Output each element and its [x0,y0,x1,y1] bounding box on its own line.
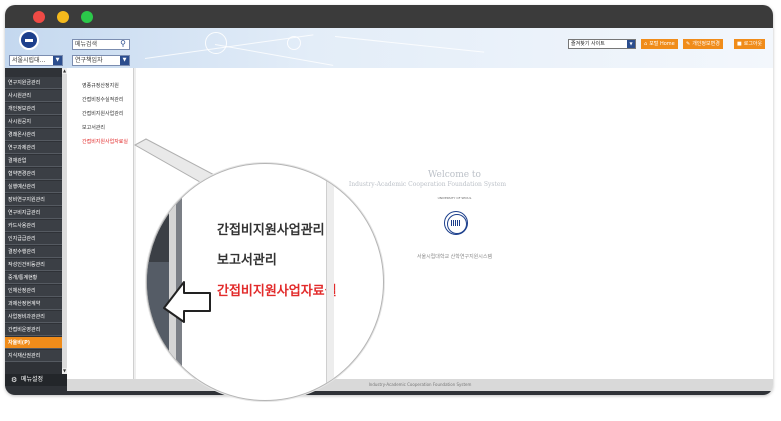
menu-search-label: 메뉴검색 [75,41,98,48]
header-decoration-line [334,36,485,53]
search-icon[interactable]: ⚲ [120,39,126,48]
nav-item[interactable]: 연구과제관리 [5,142,62,154]
menu-search-input[interactable]: 메뉴검색 ⚲ [72,39,130,50]
menu-settings-label: 메뉴설정 [21,376,44,383]
submenu-item[interactable]: 간접비지원사업관리 [82,110,123,117]
portal-home-label: 포털 Home [649,41,675,47]
nav-item[interactable]: 실행예산관리 [5,181,62,193]
nav-item[interactable]: 연구지원금관리 [5,77,62,89]
nav-item-active[interactable]: 자율비(P) [5,337,62,349]
nav-item[interactable]: 결장수행관리 [5,246,62,258]
chevron-down-icon: ▼ [627,40,635,48]
nav-item[interactable]: 인지급급관리 [5,233,62,245]
browser-window: 서울시립대... ▼ 메뉴검색 ⚲ 연구책임자 ▼ 즐겨찾기 사이트 ▼ ⌂ 포털… [5,5,773,395]
logout-label: 로그아웃 [743,41,763,47]
zoom-submenu-item-selected[interactable]: 간접비지원사업자료실 [217,280,337,299]
nav-item[interactable]: 경쾌온사관리 [5,129,62,141]
mouse-cursor-icon [163,281,211,323]
nav-item[interactable]: 작성인건비등관리 [5,259,62,271]
role-select-value: 연구책임자 [75,57,103,64]
nav-item[interactable]: 장비연구지원관리 [5,194,62,206]
nav-item[interactable]: 간접비운영관리 [5,324,62,336]
university-logo[interactable] [19,30,39,50]
zoom-panel-splitter [326,164,334,400]
home-icon: ⌂ [644,41,648,47]
nav-item[interactable]: 과제산정현계약 [5,298,62,310]
submenu-panel: 영종규정산정지원 간접비징수실적관리 간접비지원사업관리 보고서관리 간접비지원… [67,68,135,379]
bottom-strip [5,391,773,395]
zoom-submenu-item[interactable]: 보고서관리 [217,249,277,268]
university-seal [444,211,468,235]
chevron-down-icon: ▼ [53,56,62,65]
minimize-window-button[interactable] [57,11,69,23]
portal-home-button[interactable]: ⌂ 포털 Home [641,39,678,49]
profile-change-label: 개인정보변경 [692,41,720,47]
favorite-sites-value: 즐겨찾기 사이트 [571,41,605,47]
header-decoration-line [214,44,334,66]
nav-item[interactable]: 협약변경관리 [5,168,62,180]
nav-item[interactable]: 사업정비과관관리 [5,311,62,323]
submenu-item[interactable]: 간접비징수실적관리 [82,96,123,103]
zoom-submenu-item[interactable]: 간접비지원사업관리 [217,219,325,238]
profile-change-button[interactable]: ✎ 개인정보변경 [683,39,723,49]
gear-icon: ⚙ [11,376,18,384]
nav-item[interactable]: 사시원공지 [5,116,62,128]
app-header: 서울시립대... ▼ 메뉴검색 ⚲ 연구책임자 ▼ 즐겨찾기 사이트 ▼ ⌂ 포털… [5,28,773,68]
nav-item[interactable]: 인체산정관리 [5,285,62,297]
nav-item[interactable]: 사시원관리 [5,90,62,102]
nav-item[interactable]: 결재관업 [5,155,62,167]
nav-item[interactable]: 연구비지급관리 [5,207,62,219]
site-select[interactable]: 서울시립대... ▼ [9,55,63,66]
nav-item[interactable]: 개인정보관리 [5,103,62,115]
role-select[interactable]: 연구책임자 ▼ [72,55,130,66]
logout-button[interactable]: ■ 로그아웃 [734,39,766,49]
close-window-button[interactable] [33,11,45,23]
pencil-icon: ✎ [686,41,691,47]
screenshot-stage: 서울시립대... ▼ 메뉴검색 ⚲ 연구책임자 ▼ 즐겨찾기 사이트 ▼ ⌂ 포털… [0,0,781,421]
submenu-item[interactable]: 영종규정산정지원 [82,82,119,89]
nav-item[interactable]: 지식재산권관리 [5,350,62,362]
site-select-value: 서울시립대... [12,57,46,64]
submenu-item[interactable]: 보고서관리 [82,124,105,131]
nav-item[interactable]: 카드사용관리 [5,220,62,232]
chevron-down-icon: ▼ [120,56,129,65]
lock-icon: ■ [737,41,742,47]
left-navigation: 연구지원금관리 사시원관리 개인정보관리 사시원공지 경쾌온사관리 연구과제관리… [5,68,67,391]
submenu-item-selected[interactable]: 간접비지원사업자료실 [82,138,128,145]
menu-settings-button[interactable]: ⚙ 메뉴설정 [5,374,67,386]
zoom-scrollbar-thumb [176,164,182,190]
favorite-sites-select[interactable]: 즐겨찾기 사이트 ▼ [568,39,636,49]
header-decoration-ring [205,32,227,54]
window-titlebar [5,5,773,28]
maximize-window-button[interactable] [81,11,93,23]
nav-item[interactable]: 중개/통계현황 [5,272,62,284]
